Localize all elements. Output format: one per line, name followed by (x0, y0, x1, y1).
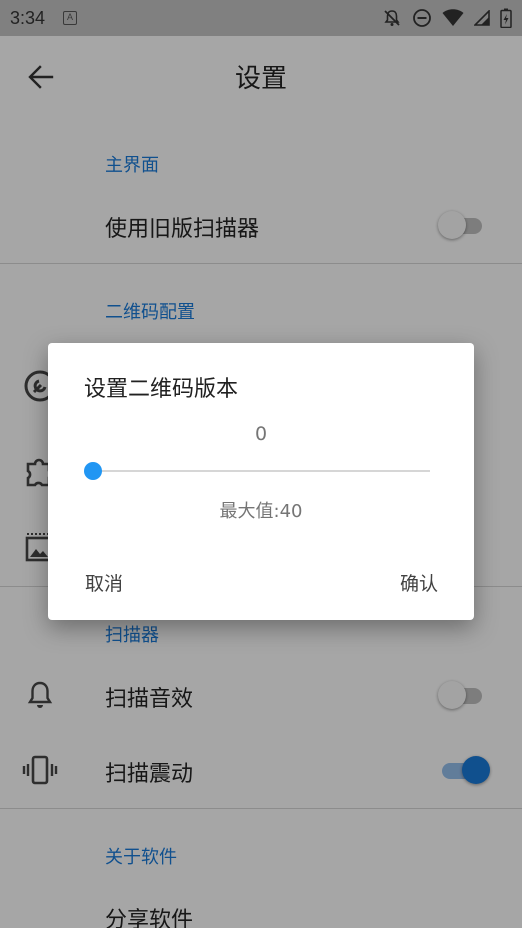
slider-thumb[interactable] (84, 462, 102, 480)
slider-rail (94, 470, 430, 472)
cancel-button[interactable]: 取消 (85, 569, 123, 596)
qr-version-dialog: 设置二维码版本 0 最大值:40 取消 确认 (48, 343, 474, 620)
dialog-title: 设置二维码版本 (84, 377, 239, 402)
confirm-button[interactable]: 确认 (400, 569, 438, 596)
qr-version-slider[interactable] (84, 459, 430, 483)
slider-max-label: 最大值:40 (219, 501, 303, 522)
slider-value: 0 (254, 423, 268, 445)
